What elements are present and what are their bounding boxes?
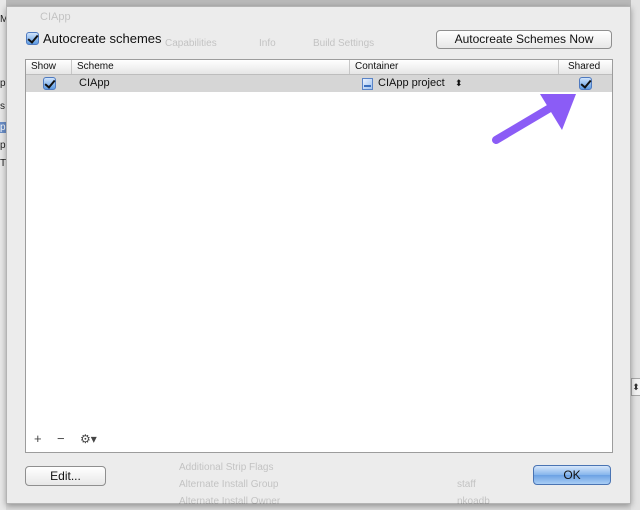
- faded-setting-value: staff: [457, 479, 476, 490]
- faded-setting-row: Alternate Install Group: [179, 479, 279, 490]
- autocreate-schemes-now-button[interactable]: Autocreate Schemes Now: [436, 30, 612, 49]
- autocreate-schemes-label: Autocreate schemes: [43, 31, 162, 46]
- background-right-edge: [631, 0, 640, 510]
- popup-arrows-icon: ⬍: [455, 78, 463, 88]
- background-letter: p: [0, 140, 6, 151]
- faded-tab: Capabilities: [165, 38, 217, 49]
- autocreate-schemes-checkbox[interactable]: [26, 32, 39, 45]
- column-header-shared[interactable]: Shared: [559, 60, 612, 74]
- container-popup[interactable]: CIApp project ⬍: [356, 75, 476, 92]
- faded-setting-row: Additional Strip Flags: [179, 462, 274, 473]
- remove-scheme-button[interactable]: −: [57, 432, 65, 446]
- manage-schemes-sheet: CIApp Capabilities Info Build Settings A…: [6, 6, 631, 507]
- container-label: CIApp project: [378, 77, 445, 89]
- shared-checkbox[interactable]: [579, 77, 592, 90]
- scheme-name: CIApp: [79, 77, 110, 89]
- add-scheme-button[interactable]: +: [34, 432, 42, 446]
- project-document-icon: [362, 78, 373, 90]
- column-header-container[interactable]: Container: [350, 60, 559, 74]
- faded-tab: Build Settings: [313, 38, 375, 49]
- background-popup-arrows: ⬍: [631, 378, 640, 396]
- faded-setting-value: nkoadb: [457, 496, 490, 507]
- show-checkbox[interactable]: [43, 77, 56, 90]
- column-header-show[interactable]: Show: [26, 60, 72, 74]
- annotation-arrow-icon: [492, 94, 576, 144]
- background-letter: p: [0, 78, 6, 89]
- faded-sheet-title: CIApp: [40, 11, 71, 23]
- gear-menu-icon[interactable]: ⚙▾: [80, 432, 97, 446]
- ok-button[interactable]: OK: [533, 465, 611, 485]
- faded-setting-row: Alternate Install Owner: [179, 496, 281, 507]
- table-header: Show Scheme Container Shared: [26, 60, 612, 75]
- faded-tab: Info: [259, 38, 276, 49]
- column-header-scheme[interactable]: Scheme: [72, 60, 350, 74]
- background-letter: s: [0, 101, 5, 112]
- edit-button[interactable]: Edit...: [25, 466, 106, 486]
